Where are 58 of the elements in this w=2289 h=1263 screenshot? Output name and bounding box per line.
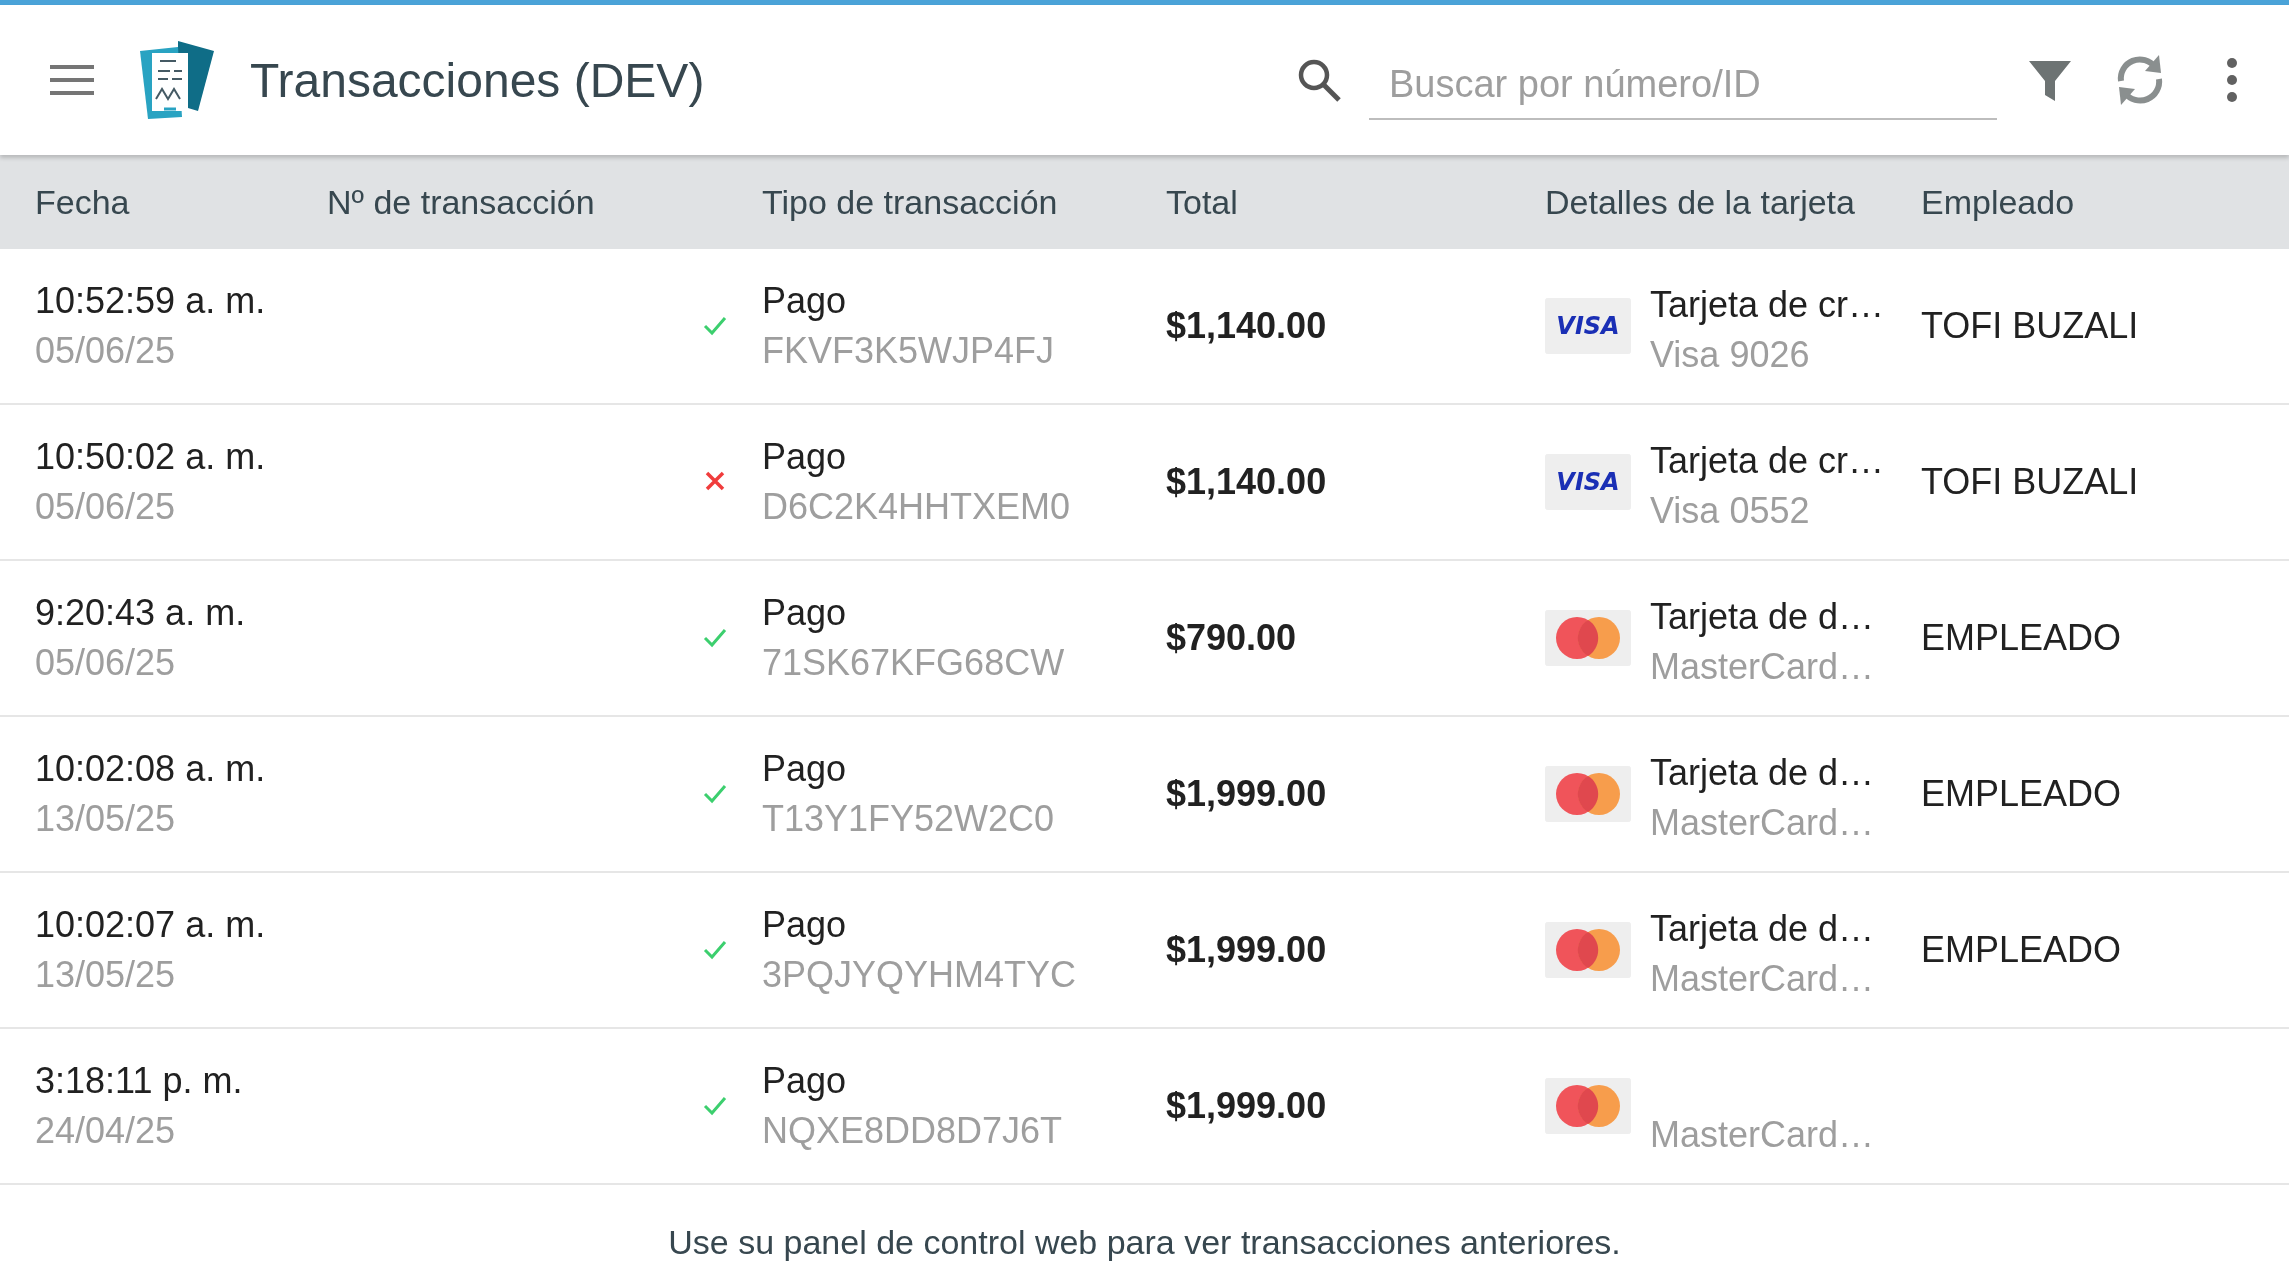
- transaction-type: Pago: [762, 280, 848, 322]
- card-detail: MasterCard…: [1650, 646, 1876, 688]
- card-detail: Visa 9026: [1650, 334, 1811, 376]
- transaction-time: 10:02:07 a. m.: [35, 904, 267, 946]
- card-type: Tarjeta de d…: [1650, 752, 1876, 794]
- more-options-icon[interactable]: [2225, 57, 2239, 103]
- transaction-date: 13/05/25: [35, 954, 177, 996]
- transaction-time: 9:20:43 a. m.: [35, 592, 247, 634]
- card-type: Tarjeta de d…: [1650, 908, 1876, 950]
- transaction-total: $790.00: [1166, 617, 1298, 659]
- transaction-type: Pago: [762, 1060, 848, 1102]
- column-header[interactable]: Empleado: [1921, 182, 2289, 222]
- transaction-time: 10:50:02 a. m.: [35, 436, 267, 478]
- card-detail: MasterCard…: [1650, 958, 1876, 1000]
- transaction-id: FKVF3K5WJP4FJ: [762, 330, 1056, 372]
- footer-note: Use su panel de control web para ver transacciones anteriores.: [668, 1223, 1621, 1261]
- transaction-time: 3:18:11 p. m.: [35, 1060, 244, 1102]
- employee-name: TOFI BUZALI: [1921, 461, 2140, 503]
- transaction-total: $1,140.00: [1166, 461, 1328, 503]
- transaction-total: $1,999.00: [1166, 773, 1328, 815]
- card-detail: MasterCard…: [1650, 1114, 1876, 1156]
- column-header[interactable]: Tipo de transacción: [762, 182, 1166, 222]
- employee-name: TOFI BUZALI: [1921, 305, 2140, 347]
- column-header[interactable]: Detalles de la tarjeta: [1545, 182, 1921, 222]
- transaction-id: NQXE8DD8D7J6T: [762, 1110, 1064, 1152]
- column-header[interactable]: Fecha: [35, 182, 327, 222]
- menu-icon[interactable]: [48, 63, 96, 97]
- transaction-id: D6C2K4HHTXEM0: [762, 486, 1072, 528]
- column-header[interactable]: Nº de transacción: [327, 182, 702, 222]
- transaction-total: $1,140.00: [1166, 305, 1328, 347]
- search-field[interactable]: Buscar por número/ID: [1369, 50, 1997, 120]
- transaction-type: Pago: [762, 436, 848, 478]
- transaction-time: 10:02:08 a. m.: [35, 748, 267, 790]
- transaction-date: 05/06/25: [35, 330, 177, 372]
- card-type: Tarjeta de cr…: [1650, 284, 1886, 326]
- transaction-type: Pago: [762, 748, 848, 790]
- card-detail: Visa 0552: [1650, 490, 1811, 532]
- transaction-type: Pago: [762, 592, 848, 634]
- receipt-logo-icon: [138, 39, 216, 121]
- column-header[interactable]: Total: [1166, 182, 1545, 222]
- employee-name: EMPLEADO: [1921, 773, 2123, 815]
- transaction-date: 13/05/25: [35, 798, 177, 840]
- transaction-date: 24/04/25: [35, 1110, 177, 1152]
- transaction-time: 10:52:59 a. m.: [35, 280, 267, 322]
- transaction-type: Pago: [762, 904, 848, 946]
- transaction-id: 3PQJYQYHM4TYC: [762, 954, 1078, 996]
- page-title: Transacciones (DEV): [250, 52, 705, 108]
- card-detail: MasterCard…: [1650, 802, 1876, 844]
- transaction-id: 71SK67KFG68CW: [762, 642, 1066, 684]
- transaction-total: $1,999.00: [1166, 1085, 1328, 1127]
- transaction-total: $1,999.00: [1166, 929, 1328, 971]
- transaction-date: 05/06/25: [35, 486, 177, 528]
- transaction-date: 05/06/25: [35, 642, 177, 684]
- card-type: Tarjeta de d…: [1650, 596, 1876, 638]
- employee-name: EMPLEADO: [1921, 929, 2123, 971]
- employee-name: EMPLEADO: [1921, 617, 2123, 659]
- card-type: Tarjeta de cr…: [1650, 440, 1886, 482]
- transaction-id: T13Y1FY52W2C0: [762, 798, 1056, 840]
